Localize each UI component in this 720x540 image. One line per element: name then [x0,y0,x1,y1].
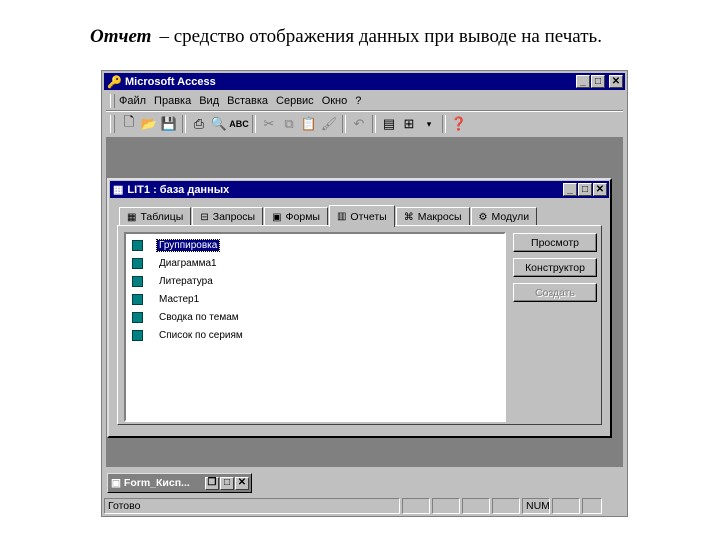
open-icon[interactable]: 📂 [139,114,159,134]
query-icon: ⊟ [200,211,209,223]
close-button[interactable]: ✕ [609,75,623,88]
status-text: Готово [104,498,400,514]
relationships-icon[interactable]: ⊞ [399,114,419,134]
tab-queries[interactable]: ⊟ Запросы [192,207,264,226]
preview-button[interactable]: Просмотр [513,233,597,252]
tab-modules[interactable]: ⚙ Модули [470,207,538,226]
app-title: Microsoft Access [125,75,216,88]
tab-macros[interactable]: ⌘ Макросы [395,207,470,226]
list-item[interactable]: Мастер1 [132,292,201,306]
create-button[interactable]: Создать [513,283,597,302]
status-num: NUM [522,498,550,514]
macro-icon: ⌘ [403,211,414,223]
status-pane [402,498,430,514]
db-close-button[interactable]: ✕ [593,183,607,196]
access-key-icon: 🔑 [107,74,122,89]
help-icon[interactable]: ❓ [449,114,469,134]
list-item[interactable]: Диаграмма1 [132,256,219,270]
status-bar: Готово NUM [104,498,625,514]
db-maximize-button[interactable]: □ [578,183,592,196]
list-item[interactable]: Список по сериям [132,328,245,342]
form-icon: ▣ [272,211,282,223]
object-tabs: ▦ Таблицы ⊟ Запросы ▣ Формы ▥ Отчеты ⌘ Макрос… [119,204,592,227]
copy-icon[interactable]: ⧉ [279,114,299,134]
table-icon: ▦ [127,211,137,223]
maximize-button[interactable]: □ [591,75,605,88]
print-icon[interactable]: ⎙ [189,114,209,134]
status-pane [492,498,520,514]
reports-panel: Группировка Диаграмма1 Литература Мастер… [117,225,602,425]
status-pane [432,498,460,514]
slide-caption: Отчет – средство отображения данных при в… [90,26,602,48]
status-pane [582,498,602,514]
list-item[interactable]: Литература [132,274,215,288]
db-title: LIT1 : база данных [127,183,230,196]
maximize-min-button[interactable]: □ [220,476,234,490]
database-icon: ▦ [113,184,124,196]
format-painter-icon[interactable]: 🖌 [319,114,339,134]
menu-view[interactable]: Вид [199,95,219,107]
menu-tools[interactable]: Сервис [276,95,314,107]
restore-button[interactable]: ❐ [205,476,219,490]
caption-term: Отчет [90,26,152,47]
access-main-window: 🔑 Microsoft Access _ □ ✕ Файл Правка Вид… [101,70,628,517]
reports-list[interactable]: Группировка Диаграмма1 Литература Мастер… [124,232,506,422]
report-item-icon [132,257,143,269]
paste-icon[interactable]: 📋 [299,114,319,134]
form-window-icon: ▣ [111,477,121,489]
report-item-icon [132,329,143,341]
menu-edit[interactable]: Правка [154,95,191,107]
save-icon[interactable]: 💾 [159,114,179,134]
toolbar-grip[interactable] [110,115,115,133]
app-titlebar: 🔑 Microsoft Access _ □ ✕ [104,73,625,90]
report-item-icon [132,275,143,287]
menu-bar: Файл Правка Вид Вставка Сервис Окно ? [106,92,623,111]
undo-icon[interactable]: ↶ [349,114,369,134]
list-item[interactable]: Группировка [132,238,221,252]
cut-icon[interactable]: ✂ [259,114,279,134]
db-minimize-button[interactable]: _ [563,183,577,196]
new-icon[interactable]: 🗋 [119,114,139,134]
properties-icon[interactable]: ▤ [379,114,399,134]
new-object-icon[interactable]: ▾ [419,114,439,134]
tab-reports[interactable]: ▥ Отчеты [328,205,395,227]
report-item-icon [132,293,143,305]
menu-help[interactable]: ? [355,95,361,107]
minimize-button[interactable]: _ [576,75,590,88]
tab-tables[interactable]: ▦ Таблицы [119,207,192,226]
print-preview-icon[interactable]: 🔍 [209,114,229,134]
tab-forms[interactable]: ▣ Формы [264,207,328,226]
status-pane [462,498,490,514]
menu-file[interactable]: Файл [119,95,146,107]
minimized-form-window[interactable]: ▣ Form_Кисп... ❐ □ ✕ [107,473,252,493]
design-button[interactable]: Конструктор [513,258,597,277]
menubar-grip[interactable] [110,94,115,108]
spelling-icon[interactable]: ABC [229,114,249,134]
caption-definition: – средство отображения данных при выводе… [159,26,602,47]
report-icon: ▥ [336,211,347,222]
db-titlebar: ▦ LIT1 : база данных _ □ ✕ [110,181,609,198]
close-min-button[interactable]: ✕ [235,476,249,490]
list-item[interactable]: Сводка по темам [132,310,241,324]
menu-window[interactable]: Окно [322,95,348,107]
minimized-title: Form_Кисп... [123,477,190,489]
database-window: ▦ LIT1 : база данных _ □ ✕ ▦ Таблицы ⊟ Зап… [107,178,612,438]
menu-insert[interactable]: Вставка [227,95,268,107]
standard-toolbar: 🗋 📂 💾 ⎙ 🔍 ABC ✂ ⧉ 📋 🖌 ↶ ▤ ⊞ ▾ ❓ [106,111,623,136]
report-item-icon [132,311,143,323]
report-item-icon [132,239,143,251]
status-pane [552,498,580,514]
module-icon: ⚙ [478,211,488,223]
